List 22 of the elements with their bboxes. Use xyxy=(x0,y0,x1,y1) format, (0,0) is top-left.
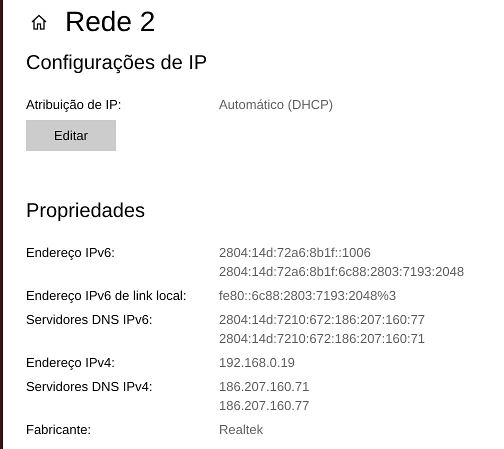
property-label: Endereço IPv6 de link local: xyxy=(26,287,188,305)
section-heading: Configurações de IP xyxy=(26,52,208,75)
property-label: Servidores DNS IPv4: xyxy=(26,378,154,396)
property-label: Atribuição de IP: xyxy=(26,96,122,114)
page-title: Rede 2 xyxy=(65,6,156,38)
property-value: 2804:14d:72a6:8b1f:6c88:2803:7193:2048 xyxy=(219,263,466,281)
edit-button[interactable]: Editar xyxy=(26,120,116,151)
property-value: 2804:14d:7210:672:186:207:160:71 xyxy=(219,330,426,348)
property-label: Endereço IPv4: xyxy=(26,354,116,372)
property-label: Endereço IPv6: xyxy=(26,244,116,262)
property-value: 186.207.160.71 xyxy=(219,378,310,396)
property-value: Realtek xyxy=(219,421,264,439)
property-label: Fabricante: xyxy=(26,421,92,439)
property-value: 186.207.160.77 xyxy=(219,397,310,415)
home-icon[interactable] xyxy=(30,13,48,31)
property-label: Servidores DNS IPv6: xyxy=(26,311,154,329)
property-value: 2804:14d:7210:672:186:207:160:77 xyxy=(219,311,426,329)
property-value: 2804:14d:72a6:8b1f::1006 xyxy=(219,244,372,262)
property-value: Automático (DHCP) xyxy=(219,96,334,114)
section-heading: Propriedades xyxy=(26,200,146,223)
property-value: fe80::6c88:2803:7193:2048%3 xyxy=(219,287,398,305)
property-value: 192.168.0.19 xyxy=(219,354,296,372)
